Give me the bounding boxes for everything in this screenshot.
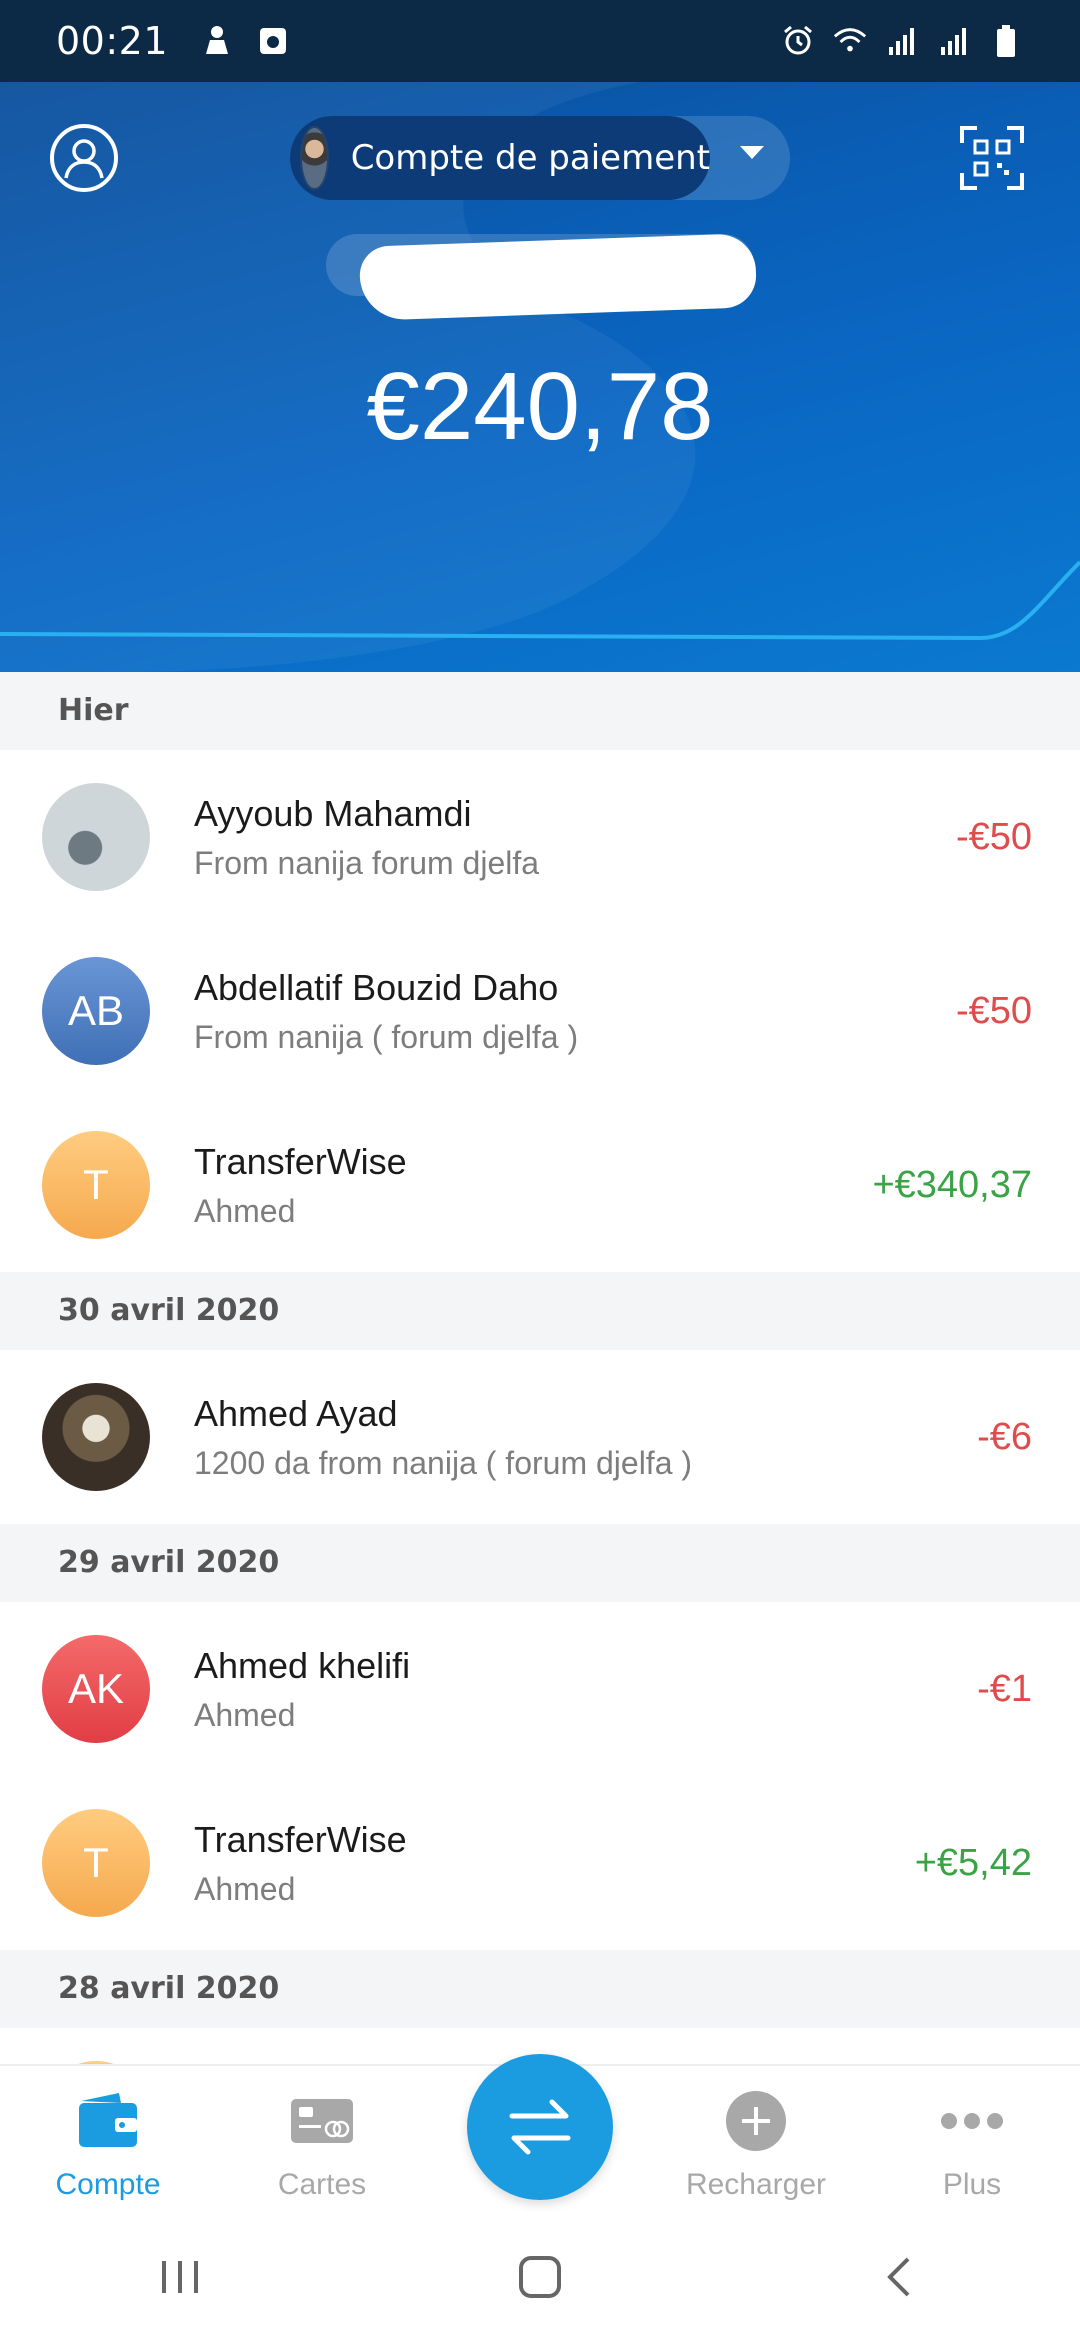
qr-code-button[interactable] (958, 124, 1026, 192)
account-avatar (300, 126, 329, 190)
recent-apps-button[interactable] (140, 2237, 220, 2317)
transfer-button[interactable] (467, 2054, 613, 2200)
account-selector[interactable]: Compte de paiement (290, 116, 790, 200)
transaction-amount: -€1 (977, 1667, 1032, 1710)
transaction-description: Ahmed (194, 1870, 296, 1907)
transaction-row[interactable]: Ayyoub Mahamdi From nanija forum djelfa … (0, 750, 1080, 924)
nav-compte[interactable]: Compte (8, 2086, 208, 2202)
recent-apps-icon (162, 2261, 198, 2293)
transaction-name: Abdellatif Bouzid Daho (194, 966, 559, 1008)
avatar: AB (42, 957, 150, 1065)
profile-button[interactable] (50, 124, 118, 192)
transaction-description: From nanija ( forum djelfa ) (194, 1018, 579, 1055)
avatar: T (42, 1131, 150, 1239)
card-icon (291, 2099, 353, 2143)
nav-recharger-label: Recharger (685, 2168, 827, 2201)
account-name: Compte de paiement (350, 138, 710, 178)
avatar (42, 783, 150, 891)
nav-plus-label: Plus (942, 2168, 1002, 2201)
more-dots-icon (941, 2113, 1003, 2129)
nav-recharger[interactable]: Recharger (656, 2086, 856, 2202)
iban-redaction (358, 233, 758, 321)
nav-compte-label: Compte (55, 2168, 161, 2201)
plus-circle-icon (726, 2091, 786, 2151)
home-icon (519, 2256, 561, 2298)
transaction-name: TransferWise (194, 1140, 407, 1182)
nav-plus[interactable]: Plus (872, 2086, 1072, 2202)
camera-icon (256, 24, 290, 58)
transaction-amount: -€50 (955, 815, 1032, 858)
transaction-amount: -€6 (977, 1415, 1032, 1458)
transaction-amount: +€340,37 (872, 1163, 1032, 1206)
section-header: Hier (0, 672, 1080, 750)
alarm-icon (780, 23, 816, 59)
nav-cartes[interactable]: Cartes (222, 2086, 422, 2202)
notification-icon (200, 24, 234, 58)
qr-code-icon (960, 126, 1024, 190)
account-balance: €240,78 (366, 353, 714, 460)
user-icon (64, 139, 104, 179)
avatar: T (42, 1809, 150, 1917)
transaction-list: Hier Ayyoub Mahamdi From nanija forum dj… (0, 672, 1080, 2064)
transfer-arrows-icon (509, 2099, 571, 2155)
transaction-row[interactable]: T TransferWise Ahmed +€5,42 (0, 1776, 1080, 1950)
status-bar: 00:21 (0, 0, 1080, 82)
section-header: 30 avril 2020 (0, 1272, 1080, 1350)
home-button[interactable] (500, 2237, 580, 2317)
transaction-description: 1200 da from nanija ( forum djelfa ) (194, 1444, 693, 1481)
battery-icon (988, 23, 1024, 59)
transaction-description: Ahmed (194, 1192, 296, 1229)
transaction-name: Ahmed khelifi (194, 1644, 411, 1686)
transaction-amount: -€50 (955, 989, 1032, 1032)
nav-cartes-label: Cartes (277, 2168, 367, 2201)
transaction-name: Ahmed Ayad (194, 1392, 398, 1434)
account-header: Compte de paiement LT57 3500 0100 082 €2… (0, 82, 1080, 672)
wallet-icon (79, 2093, 137, 2147)
transaction-row[interactable]: AK Ahmed khelifi Ahmed -€1 (0, 1602, 1080, 1776)
transaction-description: From nanija forum djelfa (194, 844, 540, 881)
transaction-row[interactable]: Ahmed Ayad 1200 da from nanija ( forum d… (0, 1350, 1080, 1524)
avatar (42, 1383, 150, 1491)
back-icon (887, 2257, 910, 2297)
transaction-name: Ayyoub Mahamdi (194, 792, 472, 834)
transaction-description: Ahmed (194, 1696, 296, 1733)
status-time: 00:21 (56, 19, 169, 63)
transaction-row[interactable]: T TransferWise Ahmed +€340,37 (0, 1098, 1080, 1272)
transaction-amount: +€5,42 (914, 1841, 1032, 1884)
signal-2-icon (936, 23, 972, 59)
avatar: AK (42, 1635, 150, 1743)
transaction-row[interactable]: AB Abdellatif Bouzid Daho From nanija ( … (0, 924, 1080, 1098)
back-button[interactable] (860, 2237, 940, 2317)
signal-icon (884, 23, 920, 59)
system-navigation (0, 2214, 1080, 2340)
transaction-name: TransferWise (194, 1818, 407, 1860)
wifi-icon (832, 23, 868, 59)
section-header: 28 avril 2020 (0, 1950, 1080, 2028)
section-header: 29 avril 2020 (0, 1524, 1080, 1602)
caret-down-icon (740, 146, 764, 159)
